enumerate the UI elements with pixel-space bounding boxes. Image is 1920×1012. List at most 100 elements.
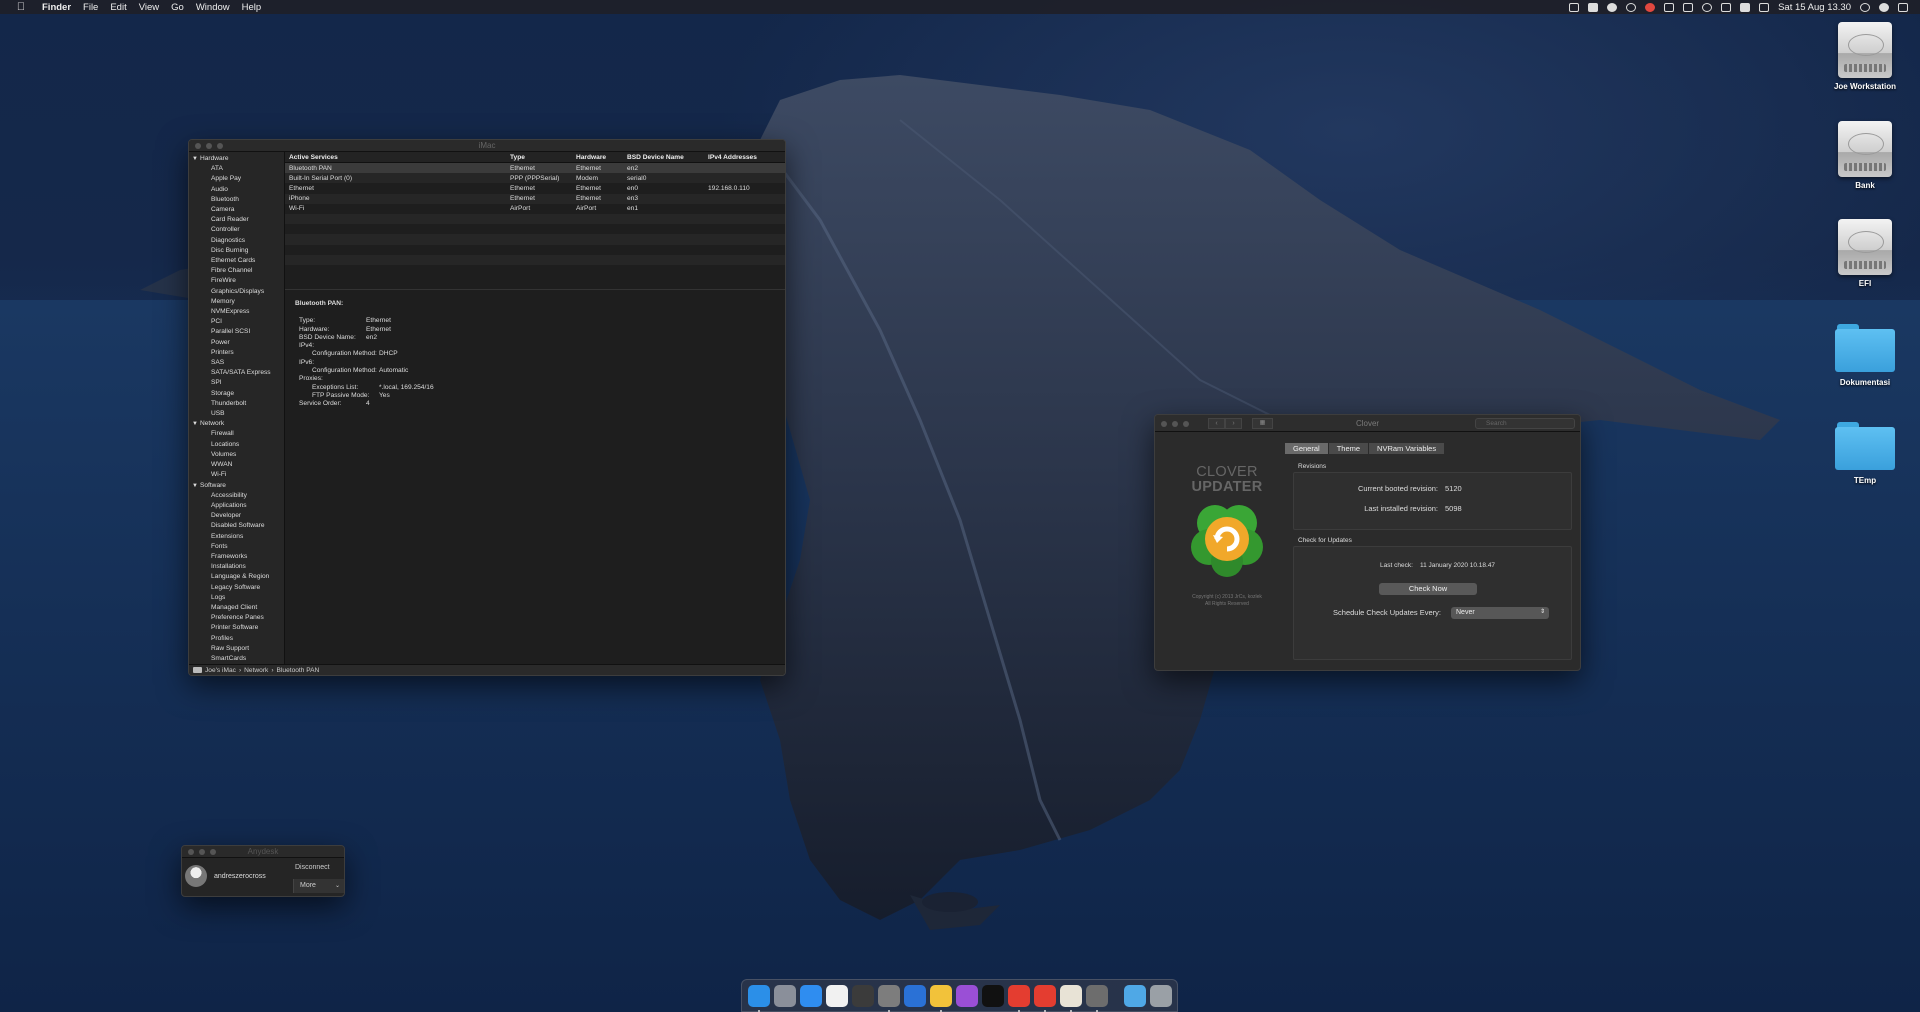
sidebar-item[interactable]: Graphics/Displays (189, 287, 284, 297)
sidebar-item[interactable]: Memory (189, 297, 284, 307)
menu-help[interactable]: Help (242, 2, 262, 13)
menu-file[interactable]: File (83, 2, 98, 13)
sidebar-item[interactable]: SAS (189, 358, 284, 368)
schedule-select[interactable]: Never ⇕ (1451, 607, 1549, 619)
breadcrumb-service[interactable]: Bluetooth PAN (277, 667, 320, 674)
menu-app-name[interactable]: Finder (42, 2, 71, 13)
dock-apple-tv-icon[interactable] (982, 984, 1004, 1007)
sidebar-item[interactable]: Developer (189, 511, 284, 521)
siri-icon[interactable] (1879, 2, 1889, 12)
window-titlebar[interactable]: Anydesk (182, 846, 344, 858)
menu-window[interactable]: Window (196, 2, 230, 13)
desktop-icon-bank[interactable]: Bank (1825, 121, 1905, 190)
column-header-ipv4[interactable]: IPv4 Addresses (708, 154, 783, 161)
sidebar-item[interactable]: Parallel SCSI (189, 327, 284, 337)
sidebar-item[interactable]: Extensions (189, 532, 284, 542)
column-header-type[interactable]: Type (510, 154, 576, 161)
sidebar-item[interactable]: SmartCards (189, 654, 284, 664)
dock-trash-icon[interactable] (1150, 984, 1172, 1007)
menu-go[interactable]: Go (171, 2, 184, 13)
volume-icon[interactable] (1759, 2, 1770, 12)
sidebar-item[interactable]: Storage (189, 389, 284, 399)
sidebar-item[interactable]: Logs (189, 593, 284, 603)
notification-center-icon[interactable] (1898, 2, 1908, 12)
sidebar-item[interactable]: Managed Client (189, 603, 284, 613)
sidebar-item[interactable]: ATA (189, 164, 284, 174)
sidebar-item[interactable]: Fonts (189, 542, 284, 552)
tab-general[interactable]: General (1285, 443, 1329, 454)
window-titlebar[interactable]: ‹ › ▦ Clover Search (1155, 415, 1580, 432)
desktop-icon-efi[interactable]: EFI (1825, 219, 1905, 288)
search-input[interactable]: Search (1475, 418, 1575, 429)
dock-preview-icon[interactable] (1060, 984, 1082, 1012)
sidebar-item[interactable]: Fibre Channel (189, 266, 284, 276)
sidebar-item[interactable]: Card Reader (189, 215, 284, 225)
dock-calendar-icon[interactable] (826, 984, 848, 1007)
keyboard-icon[interactable] (1683, 2, 1694, 12)
sidebar-item[interactable]: Printers (189, 348, 284, 358)
sidebar-item[interactable]: Thunderbolt (189, 399, 284, 409)
window-titlebar[interactable]: iMac (189, 140, 785, 152)
disclosure-triangle-icon[interactable]: ▼ (192, 421, 198, 427)
sidebar-item[interactable]: Raw Support (189, 644, 284, 654)
sidebar-item[interactable]: Printer Software (189, 623, 284, 633)
sidebar-item[interactable]: Applications (189, 501, 284, 511)
display-icon[interactable] (1569, 2, 1580, 12)
menu-view[interactable]: View (139, 2, 159, 13)
column-header-bsd-device[interactable]: BSD Device Name (627, 154, 708, 161)
sidebar-group-software[interactable]: ▼ Software (189, 481, 284, 491)
dock-system-preferences-icon[interactable] (878, 984, 900, 1012)
table-row[interactable]: Wi-Fi AirPort AirPort en1 (285, 204, 785, 214)
sidebar-item[interactable]: Bluetooth (189, 195, 284, 205)
desktop-icon-dokumentasi[interactable]: Dokumentasi (1825, 324, 1905, 387)
sidebar-item[interactable]: PCI (189, 317, 284, 327)
eject-icon[interactable] (1740, 2, 1751, 12)
disconnect-button[interactable]: Disconnect (295, 864, 330, 871)
dock-downloads-folder-icon[interactable] (1124, 984, 1146, 1007)
sidebar-item[interactable]: Camera (189, 205, 284, 215)
table-row[interactable]: Bluetooth PAN Ethernet Ethernet en2 (285, 163, 785, 174)
sidebar-item[interactable]: Profiles (189, 634, 284, 644)
spotlight-search-icon[interactable] (1860, 2, 1870, 12)
sidebar-item[interactable]: WWAN (189, 460, 284, 470)
sidebar-item[interactable]: Disc Burning (189, 246, 284, 256)
sidebar-item[interactable]: USB (189, 409, 284, 419)
sidebar-item[interactable]: Controller (189, 225, 284, 235)
dock-app-store-icon[interactable] (904, 984, 926, 1007)
sidebar-item[interactable]: Legacy Software (189, 583, 284, 593)
sidebar-item[interactable]: Preference Panes (189, 613, 284, 623)
breadcrumb-computer[interactable]: Joe's iMac (205, 667, 236, 674)
dock-anydesk-2-icon[interactable] (1034, 984, 1056, 1012)
apple-menu-icon[interactable]:  (12, 1, 30, 13)
sidebar-item[interactable]: Installations (189, 562, 284, 572)
sidebar-item[interactable]: Locations (189, 440, 284, 450)
disclosure-triangle-icon[interactable]: ▼ (192, 483, 198, 489)
disclosure-triangle-icon[interactable]: ▼ (192, 156, 198, 162)
dock-finder-icon[interactable] (748, 984, 770, 1012)
sidebar-item[interactable]: SATA/SATA Express (189, 368, 284, 378)
dock-anydesk-icon[interactable] (1008, 984, 1030, 1012)
s-app-icon[interactable] (1645, 2, 1656, 12)
sidebar-item[interactable]: Frameworks (189, 552, 284, 562)
sidebar-item[interactable]: Wi-Fi (189, 470, 284, 480)
menu-clock[interactable]: Sat 15 Aug 13.30 (1778, 2, 1851, 13)
sidebar-group-hardware[interactable]: ▼ Hardware (189, 154, 284, 164)
sidebar-item[interactable]: Diagnostics (189, 236, 284, 246)
dock-safari-icon[interactable] (800, 984, 822, 1007)
dock-chrome-icon[interactable] (930, 984, 952, 1012)
wifi-icon[interactable] (1702, 2, 1713, 12)
sidebar-item[interactable]: Disabled Software (189, 521, 284, 531)
table-row[interactable]: iPhone Ethernet Ethernet en3 (285, 193, 785, 204)
cloud-icon[interactable] (1607, 2, 1618, 12)
menu-edit[interactable]: Edit (110, 2, 126, 13)
table-row[interactable]: Ethernet Ethernet Ethernet en0 192.168.0.110 (285, 183, 785, 193)
sidebar-item[interactable]: Power (189, 338, 284, 348)
sidebar-item[interactable]: Firewall (189, 429, 284, 439)
sidebar-item[interactable]: NVMExpress (189, 307, 284, 317)
tab-nvram-variables[interactable]: NVRam Variables (1369, 443, 1446, 454)
dock-final-cut-icon[interactable] (852, 984, 874, 1007)
sidebar-item[interactable]: SPI (189, 378, 284, 388)
breadcrumb-network[interactable]: Network (244, 667, 268, 674)
dropbox-icon[interactable] (1588, 2, 1599, 12)
column-header-hardware[interactable]: Hardware (576, 154, 627, 161)
